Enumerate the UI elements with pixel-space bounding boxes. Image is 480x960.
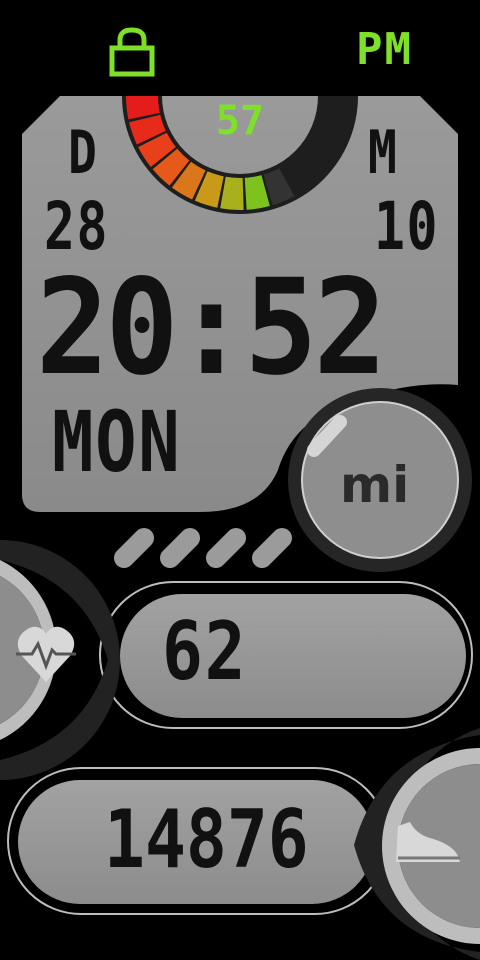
time-display: 20:52 bbox=[36, 251, 387, 405]
day-label: D bbox=[68, 118, 99, 188]
mi-logo: mi bbox=[340, 456, 410, 514]
steps-value: 14876 bbox=[104, 793, 309, 886]
weekday-display: MON bbox=[52, 393, 182, 491]
decor-slashes bbox=[114, 528, 292, 568]
month-label: M bbox=[368, 118, 399, 188]
lock-icon bbox=[109, 27, 155, 77]
month-value: 10 bbox=[374, 188, 440, 265]
battery-percent: 57 bbox=[215, 98, 265, 144]
heart-rate-value: 62 bbox=[162, 605, 248, 698]
ampm-indicator: PM bbox=[356, 24, 413, 75]
